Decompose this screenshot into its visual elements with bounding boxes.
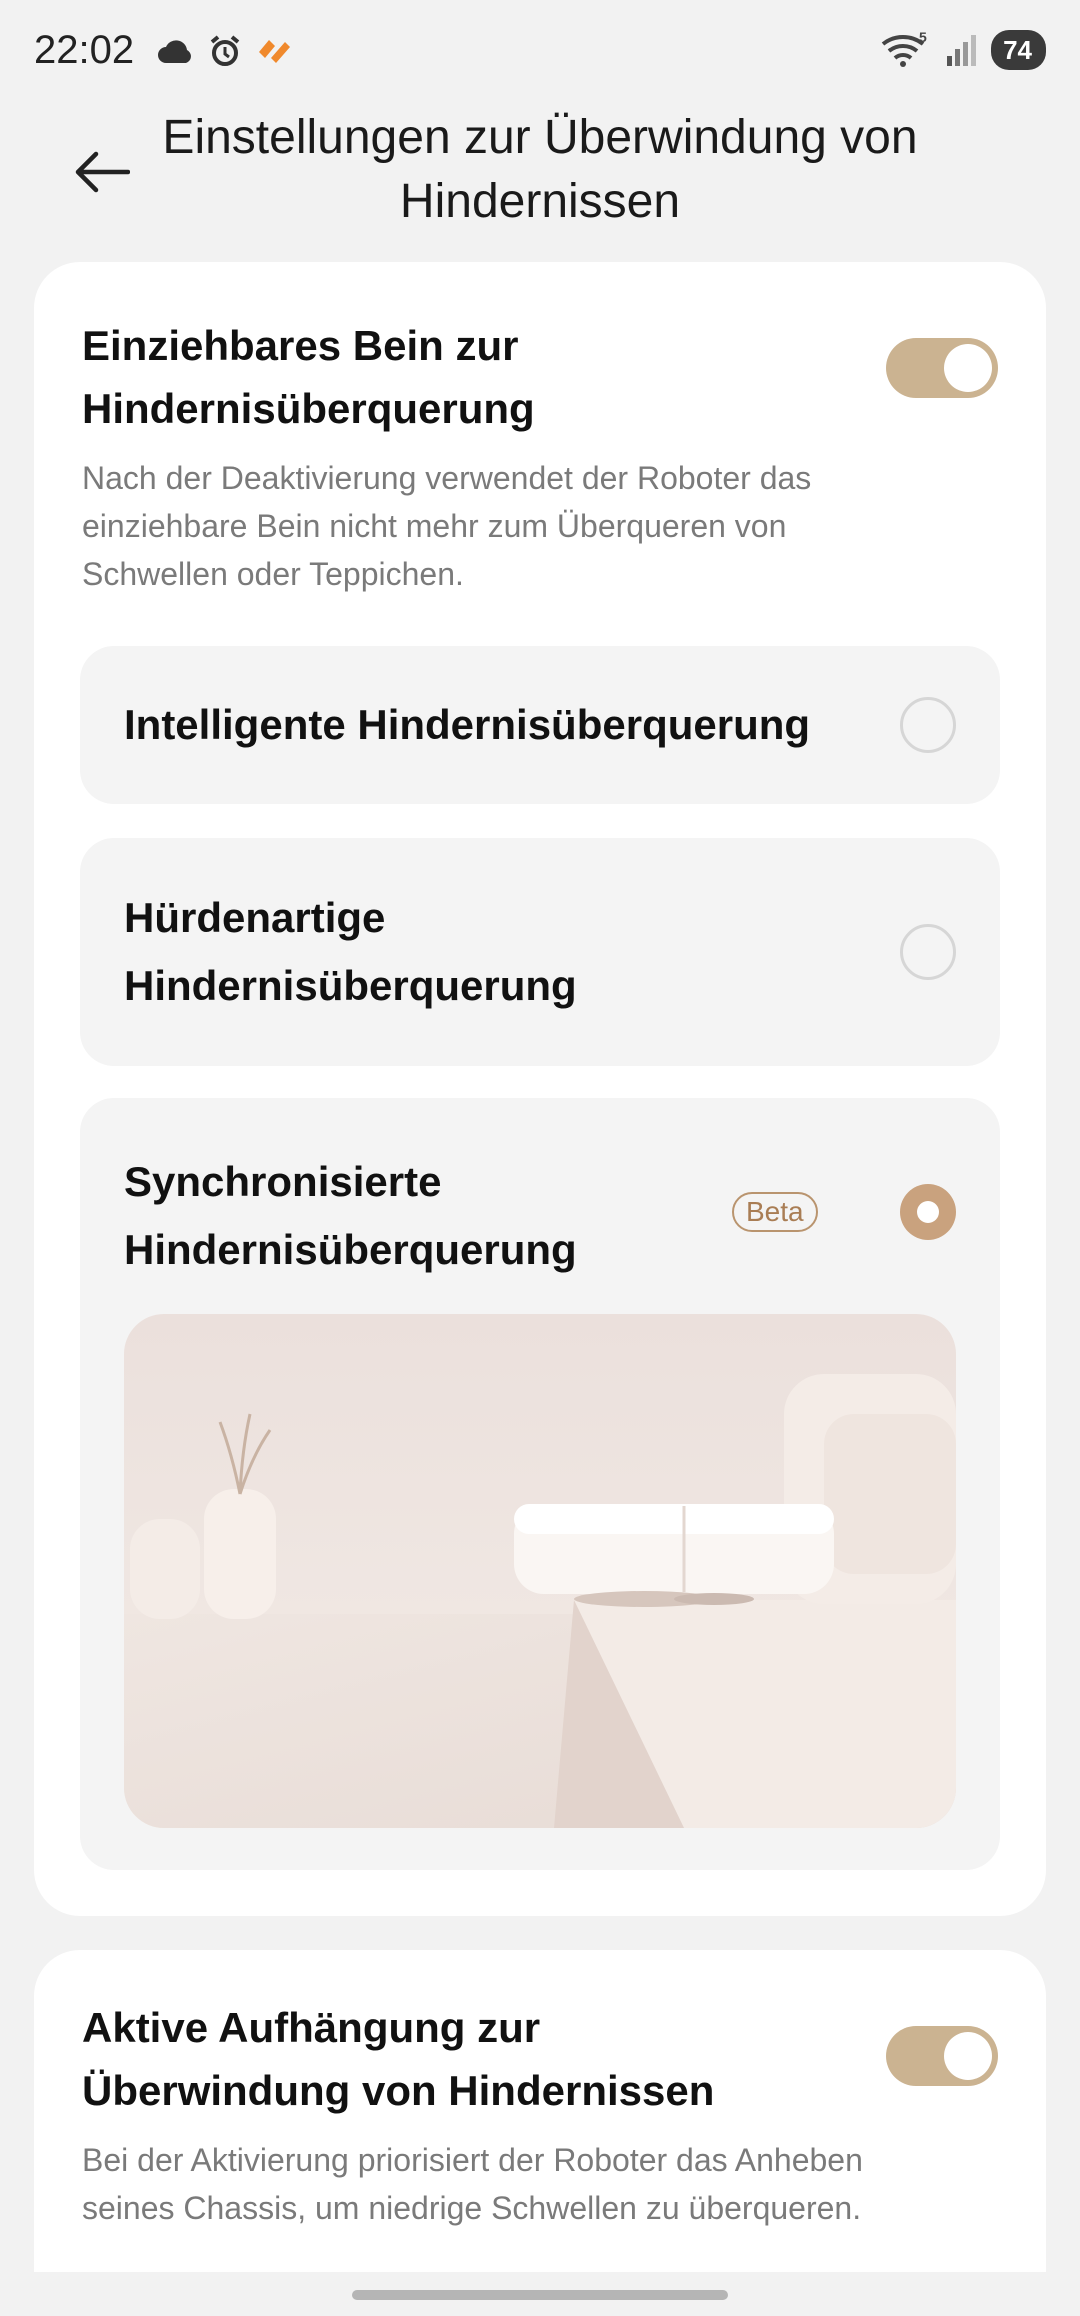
- status-time: 22:02: [34, 28, 135, 72]
- option-label: Synchronisierte Hindernisüberquerung: [124, 1158, 577, 1273]
- arrow-left-icon: [75, 151, 130, 193]
- retractable-leg-toggle[interactable]: [886, 338, 998, 398]
- toggle-knob: [944, 344, 992, 392]
- radio-synchronized[interactable]: [900, 1184, 956, 1240]
- app-notification-icon: [259, 40, 290, 63]
- wifi-icon: 5: [881, 30, 927, 67]
- home-indicator[interactable]: [352, 2290, 728, 2300]
- active-suspension-card: Aktive Aufhängung zur Überwindung von Hi…: [34, 1950, 1046, 2316]
- wifi-badge: 5: [919, 30, 927, 45]
- signal-icon: [947, 35, 977, 66]
- robot-illustration: [124, 1314, 956, 1828]
- active-suspension-title: Aktive Aufhängung zur Überwindung von Hi…: [82, 2004, 715, 2114]
- retractable-leg-title: Einziehbares Bein zur Hindernisüberqueru…: [82, 322, 535, 432]
- toggle-knob: [944, 2032, 992, 2080]
- active-suspension-toggle[interactable]: [886, 2026, 998, 2086]
- radio-hurdle[interactable]: [900, 924, 956, 980]
- page-title: Einstellungen zur Überwindung von Hinder…: [162, 111, 918, 228]
- retractable-leg-card: Einziehbares Bein zur Hindernisüberqueru…: [34, 262, 1046, 1916]
- status-left-icons: [156, 34, 292, 68]
- retractable-leg-description: Nach der Deaktivierung verwendet der Rob…: [82, 460, 812, 592]
- option-intelligent[interactable]: Intelligente Hindernisüberquerung: [80, 646, 1000, 804]
- status-bar: 22:02 5 74: [0, 0, 1080, 100]
- option-label: Intelligente Hindernisüberquerung: [124, 701, 811, 748]
- header: Einstellungen zur Überwindung von Hinder…: [0, 100, 1080, 250]
- cloud-icon: [158, 40, 191, 63]
- option-synchronized[interactable]: Synchronisierte Hindernisüberquerung Bet…: [80, 1098, 1000, 1870]
- status-right-icons: 5 74: [881, 30, 1046, 70]
- back-button[interactable]: [60, 130, 144, 214]
- alarm-icon: [210, 35, 240, 66]
- battery-indicator: 74: [991, 30, 1046, 70]
- active-suspension-description: Bei der Aktivierung priorisiert der Robo…: [82, 2142, 863, 2226]
- beta-badge: Beta: [732, 1192, 818, 1232]
- option-hurdle[interactable]: Hürdenartige Hindernisüberquerung: [80, 838, 1000, 1066]
- option-label: Hürdenartige Hindernisüberquerung: [124, 894, 577, 1009]
- radio-intelligent[interactable]: [900, 697, 956, 753]
